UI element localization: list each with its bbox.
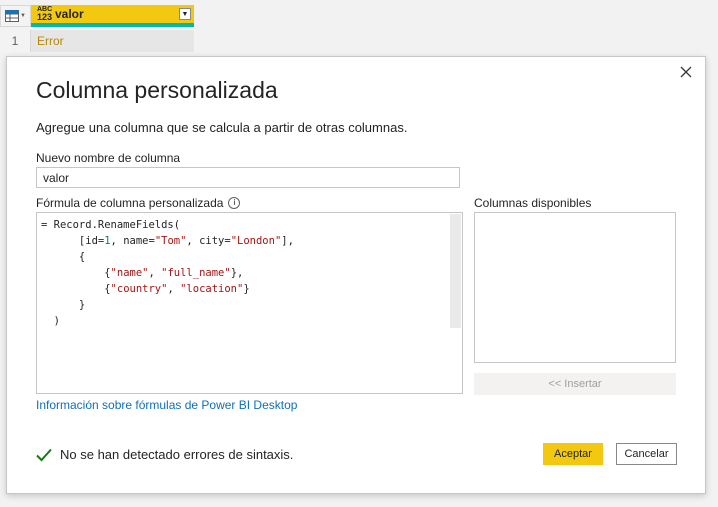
row-number: 1: [0, 30, 31, 52]
custom-column-dialog: Columna personalizada Agregue una column…: [6, 56, 706, 494]
column-header-valor[interactable]: ABC 123 valor ▼: [31, 5, 194, 27]
column-name: valor: [55, 7, 84, 21]
cancel-button[interactable]: Cancelar: [616, 443, 677, 465]
table-row: 1 Error: [0, 30, 194, 52]
table-menu-button[interactable]: ▼: [0, 5, 31, 27]
formula-label: Fórmula de columna personalizada: [36, 196, 224, 210]
formula-code[interactable]: = Record.RenameFields( [id=1, name="Tom"…: [41, 217, 294, 329]
formula-line: ): [41, 315, 60, 327]
formula-help-link[interactable]: Información sobre fórmulas de Power BI D…: [36, 398, 297, 412]
formula-label-row: Fórmula de columna personalizada i: [36, 196, 241, 210]
available-columns-list[interactable]: [474, 212, 676, 363]
info-icon[interactable]: i: [228, 197, 241, 209]
formula-line: = Record.RenameFields(: [41, 219, 181, 231]
available-columns-label: Columnas disponibles: [474, 196, 592, 210]
syntax-status: No se han detectado errores de sintaxis.: [36, 447, 293, 462]
dialog-title: Columna personalizada: [36, 77, 278, 103]
new-column-name-label: Nuevo nombre de columna: [36, 151, 181, 165]
formula-line: {"name", "full_name"},: [41, 267, 244, 279]
formula-line: {"country", "location"}: [41, 283, 250, 295]
data-type-icon[interactable]: ABC 123: [37, 6, 53, 22]
insert-button[interactable]: << Insertar: [474, 373, 676, 395]
formula-editor[interactable]: = Record.RenameFields( [id=1, name="Tom"…: [36, 212, 463, 394]
table-icon: [5, 10, 20, 22]
chevron-down-icon: ▼: [181, 10, 189, 18]
cell-error-value[interactable]: Error: [31, 30, 194, 52]
check-icon: [36, 448, 52, 461]
formula-line: [id=1, name="Tom", city="London"],: [41, 235, 294, 247]
column-filter-dropdown[interactable]: ▼: [179, 8, 191, 20]
formula-line: {: [41, 251, 86, 263]
close-button[interactable]: [677, 63, 695, 81]
chevron-down-icon: ▼: [20, 13, 26, 19]
accept-button[interactable]: Aceptar: [543, 443, 603, 465]
dialog-subtitle: Agregue una columna que se calcula a par…: [36, 120, 408, 135]
formula-line: }: [41, 299, 86, 311]
new-column-name-input[interactable]: [36, 167, 460, 188]
formula-scrollbar[interactable]: [450, 214, 461, 328]
syntax-status-text: No se han detectado errores de sintaxis.: [60, 447, 294, 462]
close-icon: [680, 66, 692, 78]
grid-header: ▼ ABC 123 valor ▼: [0, 5, 194, 27]
